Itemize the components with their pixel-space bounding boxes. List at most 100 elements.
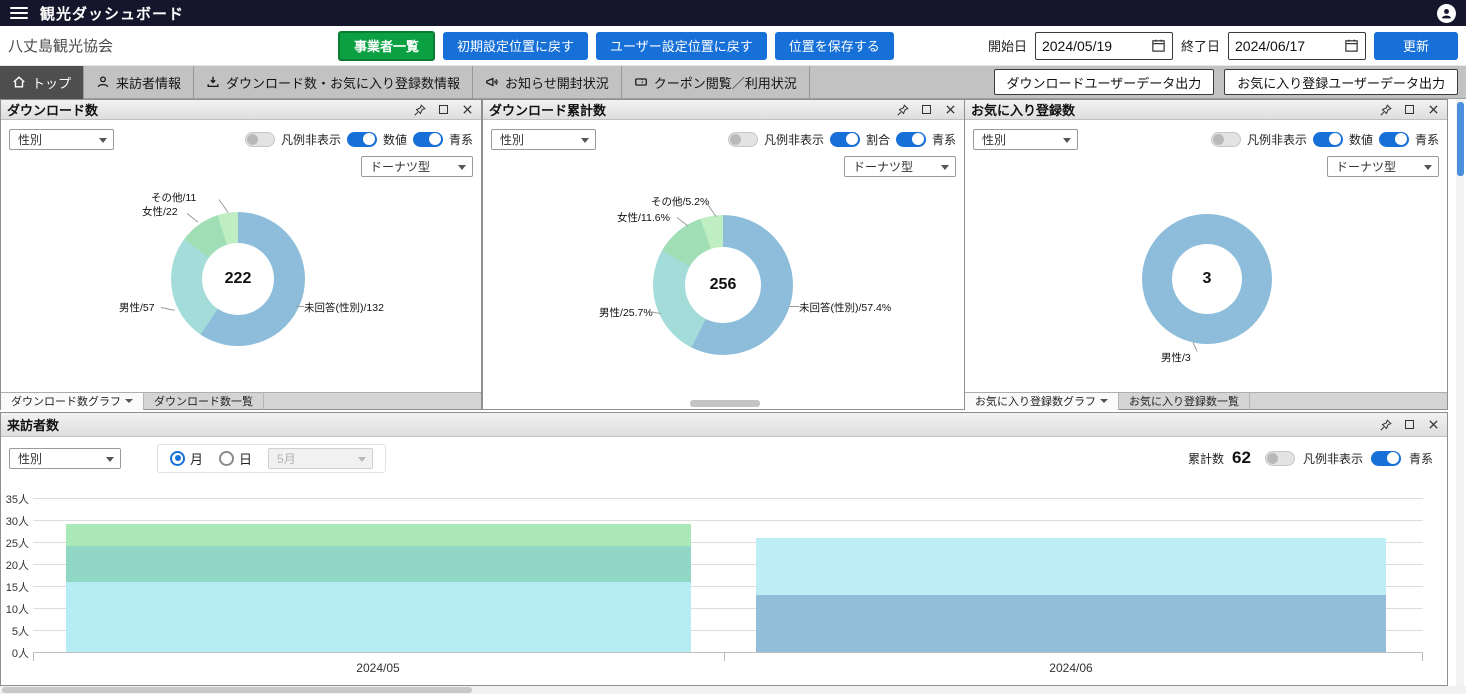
slice-label-male: 男性/25.7%: [599, 307, 653, 319]
maximize-icon[interactable]: [1402, 102, 1417, 117]
save-position-button[interactable]: 位置を保存する: [774, 31, 894, 60]
blue-palette-label: 青系: [931, 132, 956, 147]
y-axis-tick-label: 30人: [5, 516, 29, 528]
footer-tab-list[interactable]: お気に入り登録数一覧: [1119, 392, 1250, 410]
radio-unselected-icon[interactable]: [219, 450, 235, 466]
donut-center-total: 222: [202, 243, 274, 315]
update-button[interactable]: 更新: [1374, 31, 1458, 60]
panel-footer-tabs: ダウンロード数グラフ ダウンロード数一覧: [1, 392, 481, 410]
pin-icon[interactable]: [412, 102, 427, 117]
cumulative-label: 累計数: [1188, 451, 1225, 466]
scrollbar-thumb[interactable]: [1456, 102, 1464, 176]
x-axis-label-may: 2024/05: [356, 661, 400, 675]
pin-icon[interactable]: [1378, 102, 1393, 117]
month-radio-option[interactable]: 月: [170, 449, 203, 468]
panel-footer-tabs: お気に入り登録数グラフ お気に入り登録数一覧: [965, 392, 1447, 410]
chart-type-select[interactable]: ドーナツ型: [361, 156, 473, 177]
close-icon[interactable]: [1426, 417, 1441, 432]
gridline: [33, 520, 1423, 521]
close-icon[interactable]: [943, 102, 958, 117]
y-axis-tick-label: 25人: [5, 538, 29, 550]
panel-title: ダウンロード数: [7, 103, 99, 118]
footer-tab-list[interactable]: ダウンロード数一覧: [144, 392, 264, 410]
leader-line: [218, 199, 229, 213]
bar-segment: [756, 537, 1386, 595]
numeric-toggle[interactable]: [346, 131, 377, 147]
pin-icon[interactable]: [895, 102, 910, 117]
gender-filter-select[interactable]: 性別: [491, 128, 596, 150]
legend-hide-toggle[interactable]: [244, 131, 275, 147]
panel-header: お気に入り登録数: [965, 100, 1447, 120]
reset-default-position-button[interactable]: 初期設定位置に戻す: [443, 31, 589, 60]
pin-icon[interactable]: [1378, 417, 1393, 432]
leader-line: [186, 213, 199, 223]
user-avatar[interactable]: [1437, 3, 1456, 23]
blue-palette-toggle[interactable]: [1370, 450, 1401, 466]
cumulative-value: 62: [1232, 448, 1251, 467]
gridline: [33, 498, 1423, 499]
gender-filter-select[interactable]: 性別: [9, 128, 114, 150]
panel-title: お気に入り登録数: [971, 103, 1076, 118]
axis-tick: [1422, 652, 1423, 661]
leader-line: [295, 306, 304, 307]
chart-type-select[interactable]: ドーナツ型: [844, 156, 956, 177]
axis-tick: [724, 652, 725, 661]
maximize-icon[interactable]: [919, 102, 934, 117]
tab-download-favorites[interactable]: ダウンロード数・お気に入り登録数情報: [194, 65, 474, 99]
blue-palette-toggle[interactable]: [1378, 131, 1409, 147]
panel-horizontal-scrollbar: [483, 400, 964, 408]
y-axis-tick-label: 20人: [5, 560, 29, 572]
tab-label: お知らせ開封状況: [505, 75, 609, 91]
ticket-icon: [634, 78, 647, 86]
tab-label: クーポン閲覧／利用状況: [653, 75, 797, 91]
export-download-users-button[interactable]: ダウンロードユーザーデータ出力: [993, 69, 1215, 95]
day-radio-option[interactable]: 日: [219, 449, 252, 468]
legend-hide-label: 凡例非表示: [1302, 451, 1363, 466]
legend-hide-toggle[interactable]: [1264, 450, 1295, 466]
business-list-button[interactable]: 事業者一覧: [338, 30, 436, 61]
chart-type-select[interactable]: ドーナツ型: [1327, 156, 1439, 177]
hamburger-menu-icon[interactable]: [10, 4, 30, 22]
start-date-input[interactable]: 2024/05/19: [1034, 31, 1173, 60]
end-date-input[interactable]: 2024/06/17: [1228, 31, 1366, 60]
leader-line: [1192, 342, 1198, 352]
bar-segment: [756, 594, 1386, 652]
slice-label-other: その他/11: [151, 192, 197, 204]
blue-palette-toggle[interactable]: [412, 131, 443, 147]
tab-notice-open-status[interactable]: お知らせ開封状況: [473, 65, 622, 99]
horizontal-scrollbar: [0, 686, 1466, 694]
footer-tab-graph[interactable]: お気に入り登録数グラフ: [965, 392, 1119, 410]
maximize-icon[interactable]: [436, 102, 451, 117]
scrollbar-thumb[interactable]: [2, 687, 472, 693]
tab-visitor-info[interactable]: 来訪者情報: [84, 65, 195, 99]
day-radio-label: 日: [239, 451, 253, 467]
close-icon[interactable]: [460, 102, 475, 117]
panel-download-cumulative: ダウンロード累計数 性別 凡例非表示 割合 青系 ドーナツ型 256 その他/5…: [482, 99, 965, 410]
legend-hide-toggle[interactable]: [727, 131, 758, 147]
bar-segment: [66, 581, 691, 652]
tab-top[interactable]: トップ: [0, 65, 85, 99]
reset-user-position-button[interactable]: ユーザー設定位置に戻す: [596, 31, 767, 60]
footer-tab-graph[interactable]: ダウンロード数グラフ: [1, 392, 144, 410]
panel-visitor-count: 来訪者数 性別 月 日 5月 累計数 62 凡例非表示 青系 35人 30人 2…: [0, 412, 1448, 686]
export-favorite-users-button[interactable]: お気に入り登録ユーザーデータ出力: [1224, 69, 1458, 95]
gender-filter-select[interactable]: 性別: [973, 128, 1078, 150]
numeric-toggle[interactable]: [1312, 131, 1343, 147]
ratio-toggle[interactable]: [829, 131, 860, 147]
maximize-icon[interactable]: [1402, 417, 1417, 432]
period-selector: 月 日 5月: [157, 443, 387, 473]
y-axis-tick-label: 15人: [5, 582, 29, 594]
y-axis-tick-label: 5人: [11, 626, 29, 638]
tab-coupon-usage[interactable]: クーポン閲覧／利用状況: [622, 65, 810, 99]
end-date-value: 2024/06/17: [1235, 37, 1306, 54]
close-icon[interactable]: [1426, 102, 1441, 117]
gender-filter-select[interactable]: 性別: [9, 447, 121, 469]
legend-hide-label: 凡例非表示: [1246, 132, 1307, 147]
toolbar: 八丈島観光協会 事業者一覧 初期設定位置に戻す ユーザー設定位置に戻す 位置を保…: [0, 26, 1466, 66]
month-select-disabled: 5月: [268, 447, 374, 469]
scrollbar-thumb[interactable]: [690, 400, 760, 407]
tab-label: ダウンロード数・お気に入り登録数情報: [226, 75, 461, 91]
radio-selected-icon[interactable]: [170, 450, 185, 466]
legend-hide-toggle[interactable]: [1210, 131, 1241, 147]
blue-palette-toggle[interactable]: [895, 131, 926, 147]
